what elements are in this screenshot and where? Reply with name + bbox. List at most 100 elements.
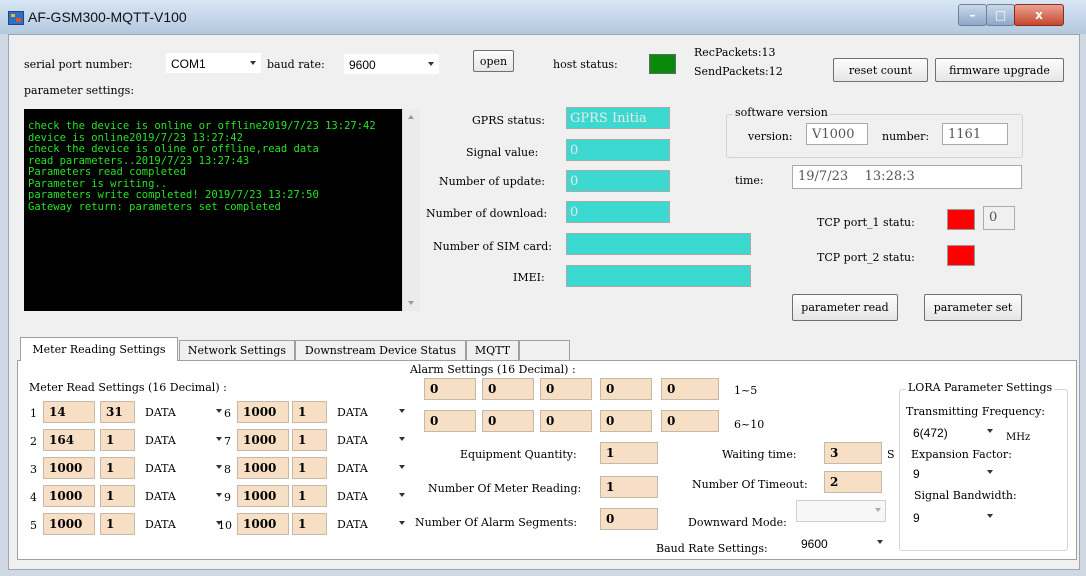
meter-a-value: 1000 xyxy=(243,461,277,475)
meter-type-select[interactable]: DATA xyxy=(140,429,227,451)
meter-a-field[interactable]: 1000 xyxy=(43,513,95,535)
alarm-field[interactable]: 0 xyxy=(482,378,534,400)
equipment-quantity-field[interactable]: 1 xyxy=(600,442,658,464)
title-bar: AF-GSM300-MQTT-V100 – □ x xyxy=(0,0,1086,34)
meter-a-value: 1000 xyxy=(243,433,277,447)
meter-b-field[interactable]: 1 xyxy=(292,485,327,507)
meter-type-select[interactable]: DATA xyxy=(332,401,410,423)
baud-rate-select[interactable]: 9600 xyxy=(344,54,439,74)
meter-b-field[interactable]: 1 xyxy=(292,513,327,535)
meter-b-field[interactable]: 1 xyxy=(292,401,327,423)
meter-b-field[interactable]: 1 xyxy=(100,485,135,507)
meter-a-field[interactable]: 14 xyxy=(43,401,95,423)
reset-count-button[interactable]: reset count xyxy=(833,58,928,82)
waiting-time-label: Waiting time: xyxy=(722,448,797,461)
meter-type-select[interactable]: DATA xyxy=(332,429,410,451)
parameter-read-button[interactable]: parameter read xyxy=(792,294,898,321)
serial-port-select[interactable]: COM1 xyxy=(166,53,261,73)
meter-type-select[interactable]: DATA xyxy=(140,513,227,535)
tab-network-settings[interactable]: Network Settings xyxy=(179,340,295,360)
maximize-button[interactable]: □ xyxy=(986,4,1015,26)
tab-blank[interactable] xyxy=(519,340,570,360)
meter-b-field[interactable]: 31 xyxy=(100,401,135,423)
scroll-up-icon[interactable] xyxy=(408,115,414,119)
expansion-factor-select[interactable]: 9 xyxy=(908,462,998,484)
meter-b-field[interactable]: 1 xyxy=(100,513,135,535)
meter-a-field[interactable]: 1000 xyxy=(43,457,95,479)
meter-read-header: Meter Read Settings (16 Decimal) : xyxy=(29,381,227,394)
chevron-down-icon xyxy=(216,437,222,441)
alarm-segments-field[interactable]: 0 xyxy=(600,508,658,530)
alarm-field[interactable]: 0 xyxy=(600,410,652,432)
alarm-field[interactable]: 0 xyxy=(482,410,534,432)
meter-a-value: 1000 xyxy=(243,405,277,419)
alarm-field[interactable]: 0 xyxy=(424,378,476,400)
downward-mode-select[interactable] xyxy=(796,500,886,522)
chevron-down-icon xyxy=(216,465,222,469)
tab-downstream-device-status[interactable]: Downstream Device Status xyxy=(295,340,466,360)
host-status-label: host status: xyxy=(553,58,618,71)
row-index: 9 xyxy=(224,491,231,504)
meter-a-field[interactable]: 164 xyxy=(43,429,95,451)
meter-type-select[interactable]: DATA xyxy=(140,485,227,507)
meter-a-field[interactable]: 1000 xyxy=(237,513,289,535)
meter-a-field[interactable]: 1000 xyxy=(43,485,95,507)
row-index: 1 xyxy=(30,407,37,420)
meter-a-value: 164 xyxy=(49,433,75,447)
gprs-status-value: GPRS Initia xyxy=(570,111,647,126)
signal-bandwidth-label: Signal Bandwidth: xyxy=(914,489,1017,502)
tcp-port2-label: TCP port_2 statu: xyxy=(817,251,915,264)
meter-type-select[interactable]: DATA xyxy=(140,457,227,479)
meter-a-field[interactable]: 1000 xyxy=(237,401,289,423)
meter-type-select[interactable]: DATA xyxy=(332,513,410,535)
alarm-field[interactable]: 0 xyxy=(661,378,719,400)
alarm-range-label: 1~5 xyxy=(734,384,758,397)
alarm-field[interactable]: 0 xyxy=(540,410,592,432)
baud-rate-settings-select[interactable]: 9600 xyxy=(796,532,888,554)
meter-b-field[interactable]: 1 xyxy=(292,457,327,479)
meter-reading-count-label: Number Of Meter Reading: xyxy=(428,482,582,495)
expansion-factor-label: Expansion Factor: xyxy=(911,448,1012,461)
alarm-field[interactable]: 0 xyxy=(424,410,476,432)
chevron-down-icon xyxy=(216,493,222,497)
meter-b-field[interactable]: 1 xyxy=(100,457,135,479)
alarm-value: 0 xyxy=(488,414,497,428)
gprs-status-label: GPRS status: xyxy=(472,114,545,127)
meter-type-select[interactable]: DATA xyxy=(140,401,227,423)
tab-mqtt[interactable]: MQTT xyxy=(466,340,519,360)
tab-meter-reading-settings[interactable]: Meter Reading Settings xyxy=(20,337,178,361)
meter-type-select[interactable]: DATA xyxy=(332,457,410,479)
serial-port-label: serial port number: xyxy=(24,58,133,71)
scroll-down-icon[interactable] xyxy=(408,301,414,305)
meter-type-value: DATA xyxy=(145,434,176,447)
alarm-field[interactable]: 0 xyxy=(661,410,719,432)
close-button[interactable]: x xyxy=(1014,4,1064,26)
meter-reading-count-field[interactable]: 1 xyxy=(600,476,658,498)
meter-type-value: DATA xyxy=(337,490,368,503)
version-label: version: xyxy=(748,130,793,143)
firmware-upgrade-button[interactable]: firmware upgrade xyxy=(935,58,1064,82)
console-scrollbar[interactable] xyxy=(402,109,420,311)
chevron-down-icon xyxy=(399,409,405,413)
alarm-field[interactable]: 0 xyxy=(600,378,652,400)
meter-b-field[interactable]: 1 xyxy=(100,429,135,451)
meter-a-field[interactable]: 1000 xyxy=(237,429,289,451)
parameter-set-button[interactable]: parameter set xyxy=(924,294,1022,321)
meter-b-field[interactable]: 1 xyxy=(292,429,327,451)
meter-type-value: DATA xyxy=(337,462,368,475)
meter-b-value: 1 xyxy=(106,461,115,475)
meter-type-select[interactable]: DATA xyxy=(332,485,410,507)
alarm-value: 0 xyxy=(488,382,497,396)
minimize-button[interactable]: – xyxy=(958,4,987,26)
timeout-label: Number Of Timeout: xyxy=(692,478,808,491)
alarm-field[interactable]: 0 xyxy=(540,378,592,400)
meter-a-field[interactable]: 1000 xyxy=(237,485,289,507)
open-button[interactable]: open xyxy=(473,50,514,72)
signal-bandwidth-select[interactable]: 9 xyxy=(908,506,998,528)
console-line: Gateway return: parameters set completed xyxy=(28,200,281,213)
waiting-time-field[interactable]: 3 xyxy=(824,442,882,464)
timeout-field[interactable]: 2 xyxy=(824,471,882,493)
meter-a-field[interactable]: 1000 xyxy=(237,457,289,479)
meter-a-value: 1000 xyxy=(49,517,83,531)
tx-frequency-select[interactable]: 6(472) xyxy=(908,421,998,443)
